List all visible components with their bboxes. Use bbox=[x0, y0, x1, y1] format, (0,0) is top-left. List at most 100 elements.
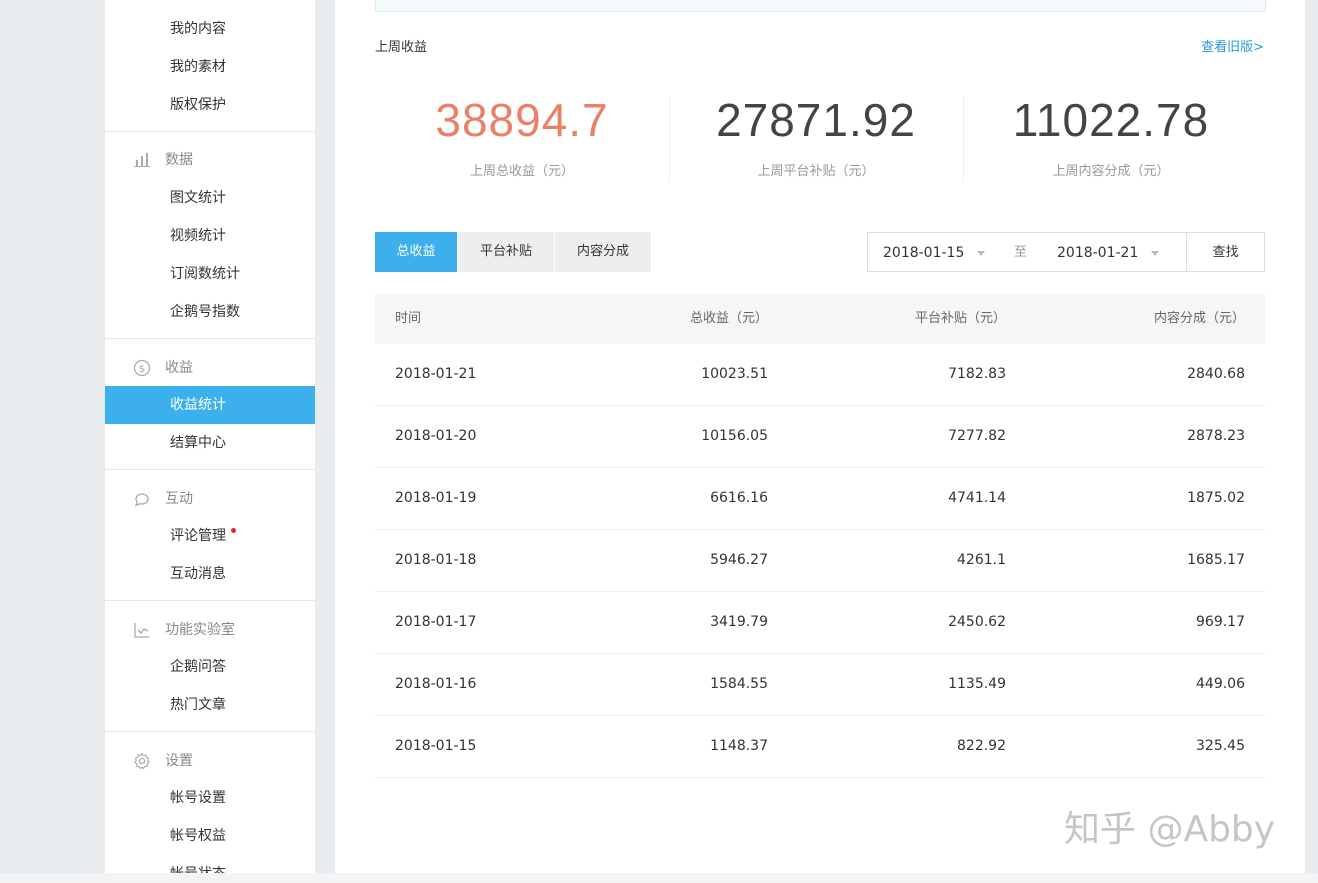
row-subsidy: 4261.1 bbox=[957, 552, 1006, 568]
date-separator: 至 bbox=[1014, 245, 1028, 260]
sidebar-group-data: 数据 bbox=[105, 141, 315, 179]
row-share: 1875.02 bbox=[1187, 490, 1245, 506]
sidebar-group-settings: 设置 bbox=[105, 742, 315, 780]
date-range-picker: 2018-01-15 至 2018-01-21 bbox=[867, 232, 1187, 272]
search-button[interactable]: 查找 bbox=[1187, 232, 1265, 272]
sidebar-item-revenue-stats[interactable]: 收益统计 bbox=[105, 386, 315, 424]
sidebar-group-interaction: 互动 bbox=[105, 480, 315, 518]
table-row: 2018-01-19 6616.16 4741.14 1875.02 bbox=[375, 468, 1265, 530]
sidebar-item-my-materials[interactable]: 我的素材 bbox=[105, 48, 315, 86]
sidebar-item-comment-management[interactable]: 评论管理 bbox=[105, 517, 315, 555]
sidebar-item-settlement[interactable]: 结算中心 bbox=[105, 424, 315, 462]
chevron-down-icon[interactable] bbox=[1151, 251, 1159, 256]
row-subsidy: 4741.14 bbox=[948, 490, 1006, 506]
svg-text:$: $ bbox=[139, 364, 145, 375]
sidebar-item-account-settings[interactable]: 帐号设置 bbox=[105, 779, 315, 817]
stat-value: 27871.92 bbox=[716, 94, 916, 146]
row-subsidy: 1135.49 bbox=[948, 676, 1006, 692]
table-header: 时间 总收益（元） 平台补贴（元） 内容分成（元） bbox=[375, 294, 1265, 344]
dollar-circle-icon: $ bbox=[133, 359, 151, 377]
sidebar-item-hot-articles[interactable]: 热门文章 bbox=[105, 686, 315, 724]
column-header-subsidy: 平台补贴（元） bbox=[914, 311, 1006, 326]
sidebar-group-lab: 功能实验室 bbox=[105, 611, 315, 649]
sidebar-group-label: 数据 bbox=[165, 152, 193, 168]
gear-icon bbox=[133, 752, 151, 770]
stat-content-share: 11022.78 上周内容分成（元） bbox=[964, 88, 1258, 179]
trend-chart-icon bbox=[134, 623, 149, 638]
sidebar-item-penguin-qa[interactable]: 企鹅问答 bbox=[105, 648, 315, 686]
sidebar-item-subscriber-stats[interactable]: 订阅数统计 bbox=[105, 255, 315, 293]
table-row: 2018-01-15 1148.37 822.92 325.45 bbox=[375, 716, 1265, 778]
watermark: 知乎 @Abby bbox=[1064, 809, 1276, 850]
table-row: 2018-01-20 10156.05 7277.82 2878.23 bbox=[375, 406, 1265, 468]
stat-total-revenue: 38894.7 上周总收益（元） bbox=[375, 88, 669, 179]
row-subsidy: 7277.82 bbox=[948, 428, 1006, 444]
sidebar-group-label: 互动 bbox=[165, 491, 193, 507]
row-date: 2018-01-16 bbox=[395, 676, 477, 692]
sidebar-item-penguin-index[interactable]: 企鹅号指数 bbox=[105, 293, 315, 331]
tab-total-revenue[interactable]: 总收益 bbox=[375, 232, 457, 272]
row-total: 1584.55 bbox=[710, 676, 768, 692]
sidebar-divider bbox=[105, 731, 315, 732]
stat-value: 38894.7 bbox=[435, 94, 609, 146]
row-subsidy: 2450.62 bbox=[948, 614, 1006, 630]
row-date: 2018-01-17 bbox=[395, 614, 477, 630]
row-share: 2878.23 bbox=[1187, 428, 1245, 444]
column-header-date: 时间 bbox=[395, 311, 422, 326]
row-subsidy: 7182.83 bbox=[948, 366, 1006, 382]
row-share: 969.17 bbox=[1196, 614, 1245, 630]
stat-platform-subsidy: 27871.92 上周平台补贴（元） bbox=[669, 88, 963, 179]
stat-label: 上周平台补贴（元） bbox=[757, 164, 875, 179]
table-row: 2018-01-18 5946.27 4261.1 1685.17 bbox=[375, 530, 1265, 592]
notice-bar bbox=[375, 0, 1266, 12]
sidebar-group-label: 设置 bbox=[165, 753, 193, 769]
sidebar-item-video-stats[interactable]: 视频统计 bbox=[105, 217, 315, 255]
old-version-link[interactable]: 查看旧版> bbox=[1201, 36, 1264, 55]
sidebar-divider bbox=[105, 600, 315, 601]
row-share: 325.45 bbox=[1196, 738, 1245, 754]
sidebar-divider bbox=[105, 338, 315, 339]
tab-content-share[interactable]: 内容分成 bbox=[555, 232, 651, 272]
page-scrollbar[interactable] bbox=[1305, 0, 1318, 873]
end-date-input[interactable]: 2018-01-21 bbox=[1057, 233, 1138, 273]
notification-dot bbox=[231, 528, 236, 533]
row-date: 2018-01-19 bbox=[395, 490, 477, 506]
row-total: 3419.79 bbox=[710, 614, 768, 630]
sidebar-group-label: 功能实验室 bbox=[165, 622, 235, 638]
sidebar-item-account-rights[interactable]: 帐号权益 bbox=[105, 817, 315, 855]
row-total: 6616.16 bbox=[710, 490, 768, 506]
row-date: 2018-01-20 bbox=[395, 428, 477, 444]
sidebar-group-revenue: $ 收益 bbox=[105, 349, 315, 387]
sidebar-divider bbox=[105, 469, 315, 470]
bar-chart-icon bbox=[134, 153, 150, 167]
sidebar: 我的内容 我的素材 版权保护 数据 图文统计 视频统计 订阅数统计 企鹅号指数 … bbox=[105, 0, 315, 873]
revenue-table: 时间 总收益（元） 平台补贴（元） 内容分成（元） 2018-01-21 1002… bbox=[375, 294, 1265, 778]
sidebar-item-article-stats[interactable]: 图文统计 bbox=[105, 179, 315, 217]
sidebar-item-label: 评论管理 bbox=[170, 528, 226, 544]
stat-value: 11022.78 bbox=[1012, 94, 1210, 146]
chevron-down-icon[interactable] bbox=[977, 251, 985, 256]
row-subsidy: 822.92 bbox=[957, 738, 1006, 754]
table-row: 2018-01-21 10023.51 7182.83 2840.68 bbox=[375, 344, 1265, 406]
main-content: 上周收益 查看旧版> 38894.7 上周总收益（元） 27871.92 上周平… bbox=[335, 0, 1305, 873]
row-share: 449.06 bbox=[1196, 676, 1245, 692]
sidebar-item-interaction-messages[interactable]: 互动消息 bbox=[105, 555, 315, 593]
sidebar-item-account-status[interactable]: 帐号状态 bbox=[105, 855, 315, 873]
table-row: 2018-01-16 1584.55 1135.49 449.06 bbox=[375, 654, 1265, 716]
row-total: 5946.27 bbox=[710, 552, 768, 568]
tab-platform-subsidy[interactable]: 平台补贴 bbox=[458, 232, 554, 272]
row-share: 1685.17 bbox=[1187, 552, 1245, 568]
sidebar-item-my-content[interactable]: 我的内容 bbox=[105, 10, 315, 48]
section-title: 上周收益 bbox=[375, 40, 428, 55]
sidebar-group-label: 收益 bbox=[165, 360, 193, 376]
sidebar-item-copyright[interactable]: 版权保护 bbox=[105, 86, 315, 124]
row-total: 10156.05 bbox=[701, 428, 768, 444]
column-header-total: 总收益（元） bbox=[689, 311, 768, 326]
table-body: 2018-01-21 10023.51 7182.83 2840.68 2018-01-… bbox=[375, 344, 1265, 778]
row-share: 2840.68 bbox=[1187, 366, 1245, 382]
bottom-strip bbox=[0, 873, 1318, 883]
chat-bubble-icon bbox=[134, 493, 149, 507]
start-date-input[interactable]: 2018-01-15 bbox=[883, 233, 964, 273]
sidebar-divider bbox=[105, 131, 315, 132]
row-date: 2018-01-21 bbox=[395, 366, 477, 382]
